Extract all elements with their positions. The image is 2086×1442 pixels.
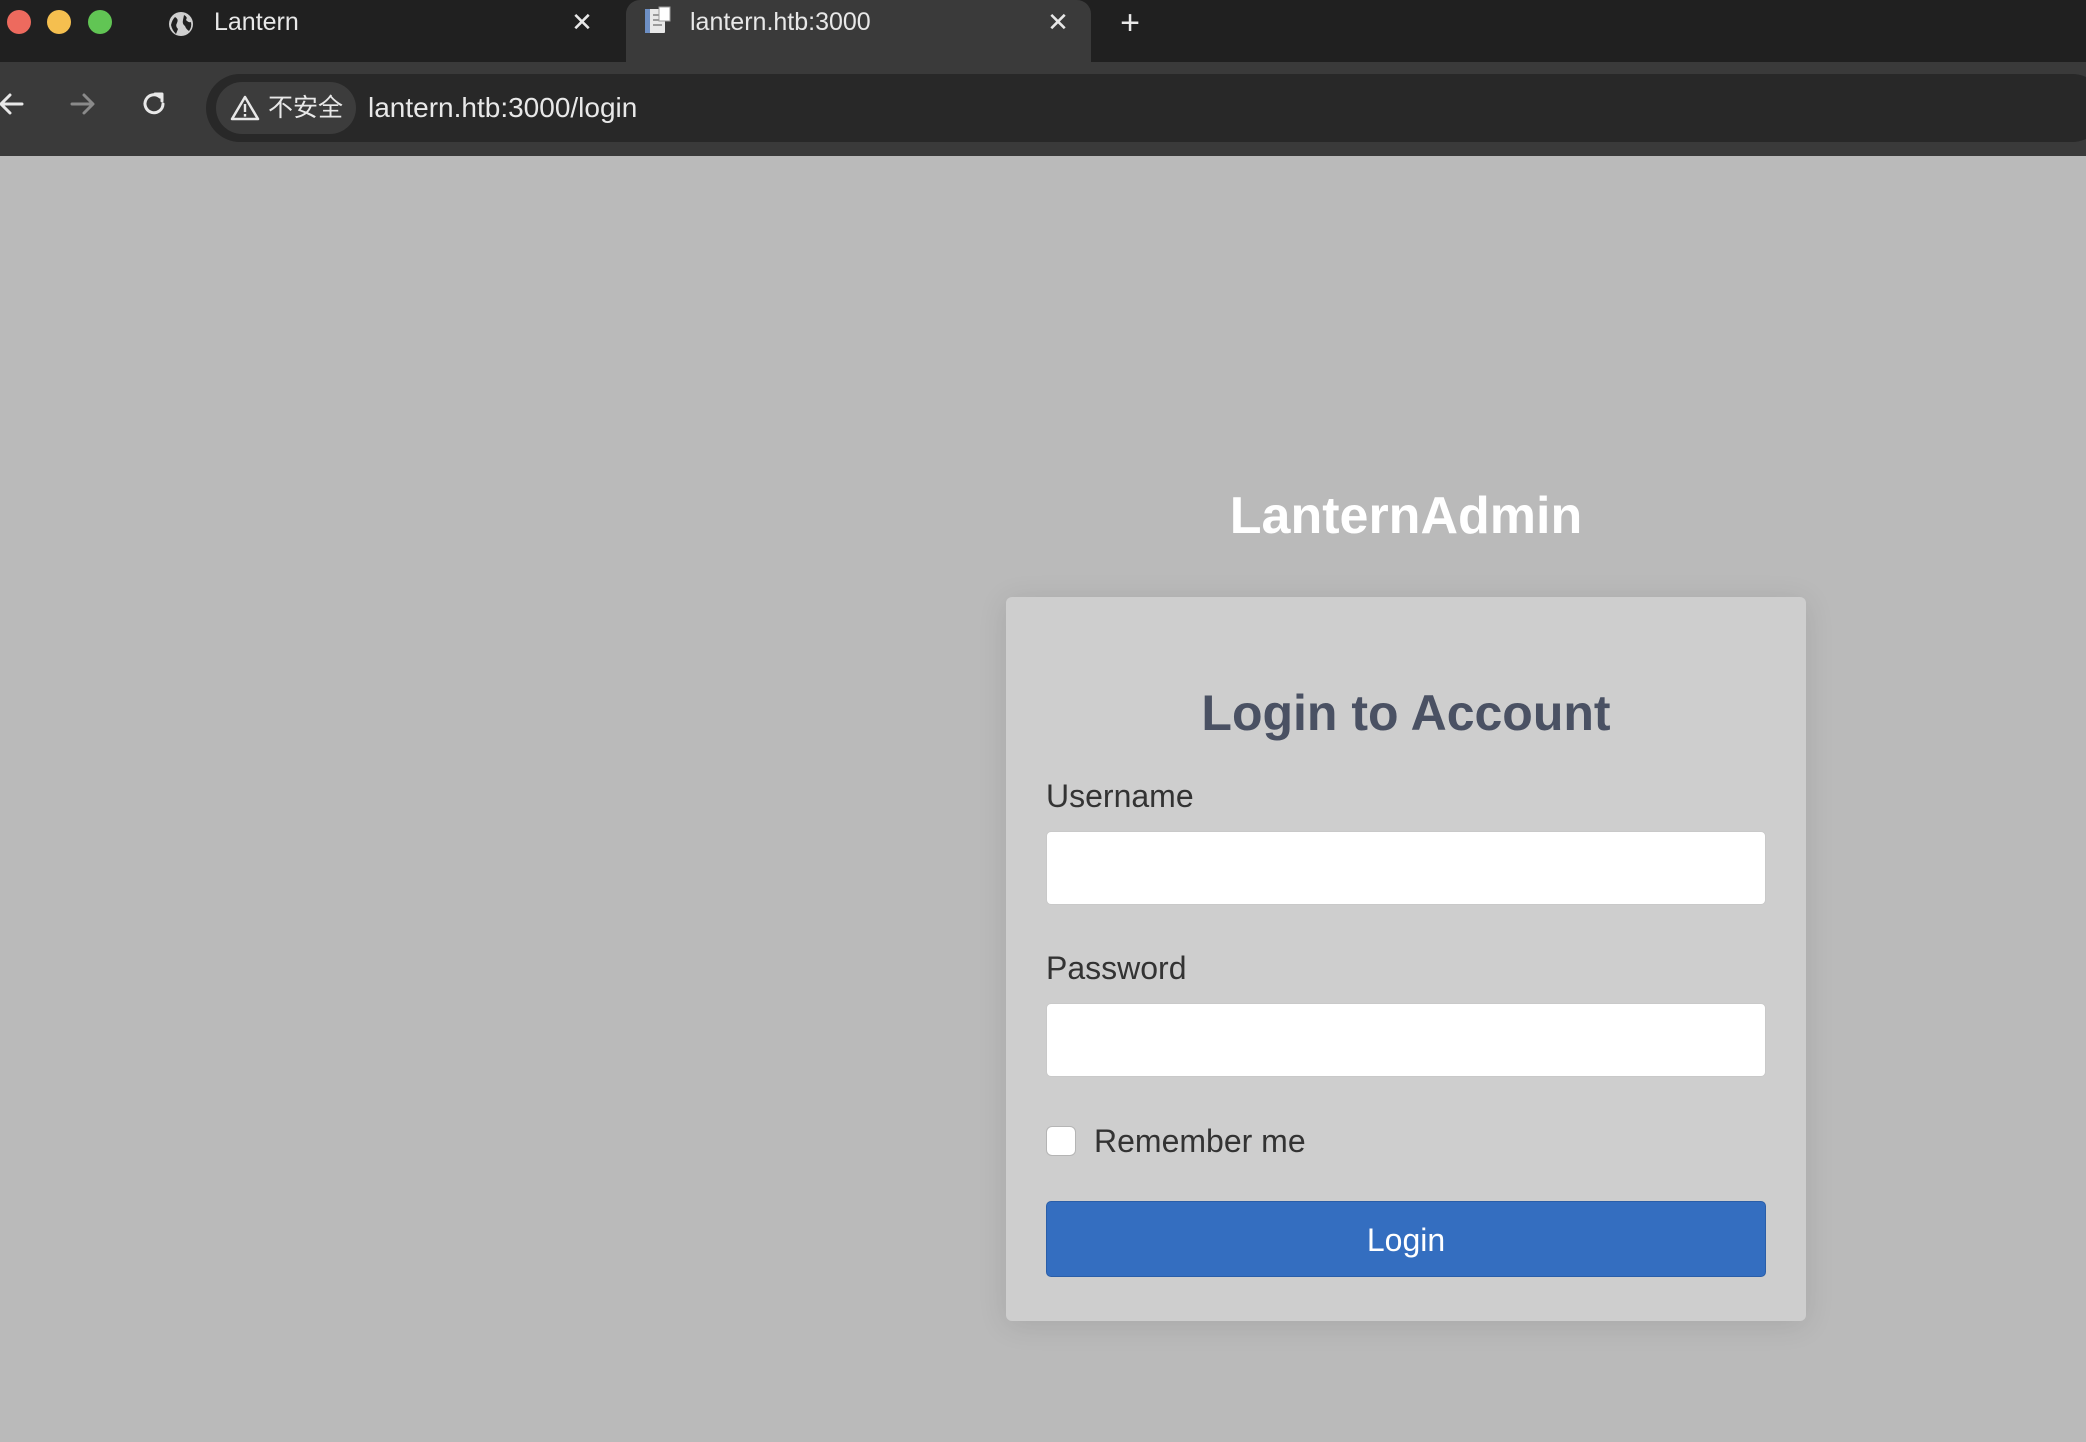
remember-me-label[interactable]: Remember me (1094, 1121, 1306, 1161)
remember-me-checkbox[interactable] (1046, 1126, 1076, 1156)
username-label: Username (1046, 778, 1194, 814)
login-button[interactable]: Login (1046, 1201, 1766, 1277)
security-label: 不安全 (268, 94, 344, 122)
warning-icon (230, 95, 260, 121)
remember-me-row[interactable]: Remember me (1046, 1121, 1446, 1161)
page-content: LanternAdmin Login to Account Username P… (0, 156, 2086, 1442)
browser-tab-strip: Lantern ✕ lantern.htb:3000 ✕ + (0, 0, 2086, 62)
password-label: Password (1046, 950, 1187, 986)
back-arrow-icon[interactable] (0, 84, 32, 124)
document-icon (645, 6, 671, 33)
tab-lantern-htb-3000[interactable]: lantern.htb:3000 ✕ (626, 0, 1091, 62)
login-card: Login to Account Username Password Remem… (1006, 597, 1806, 1321)
tab-title: Lantern (214, 8, 299, 36)
tab-title: lantern.htb:3000 (690, 8, 871, 36)
close-tab-icon[interactable]: ✕ (1042, 6, 1074, 38)
close-tab-icon[interactable]: ✕ (566, 6, 598, 38)
url-text[interactable]: lantern.htb:3000/login (368, 91, 637, 125)
security-indicator[interactable]: 不安全 (216, 82, 356, 134)
login-title: Login to Account (1201, 685, 1611, 741)
new-tab-button[interactable]: + (1112, 6, 1148, 42)
close-window-button[interactable] (7, 10, 31, 34)
globe-icon (169, 12, 193, 36)
tab-lantern[interactable]: Lantern ✕ (150, 0, 610, 62)
address-bar[interactable]: 不安全 lantern.htb:3000/login (206, 74, 2086, 142)
password-input[interactable] (1046, 1003, 1766, 1077)
minimize-window-button[interactable] (47, 10, 71, 34)
forward-arrow-icon[interactable] (62, 84, 102, 124)
reload-icon[interactable] (134, 84, 174, 124)
brand-logo-text: LanternAdmin (1229, 487, 1583, 545)
maximize-window-button[interactable] (88, 10, 112, 34)
username-input[interactable] (1046, 831, 1766, 905)
browser-toolbar: 不安全 lantern.htb:3000/login (0, 62, 2086, 156)
